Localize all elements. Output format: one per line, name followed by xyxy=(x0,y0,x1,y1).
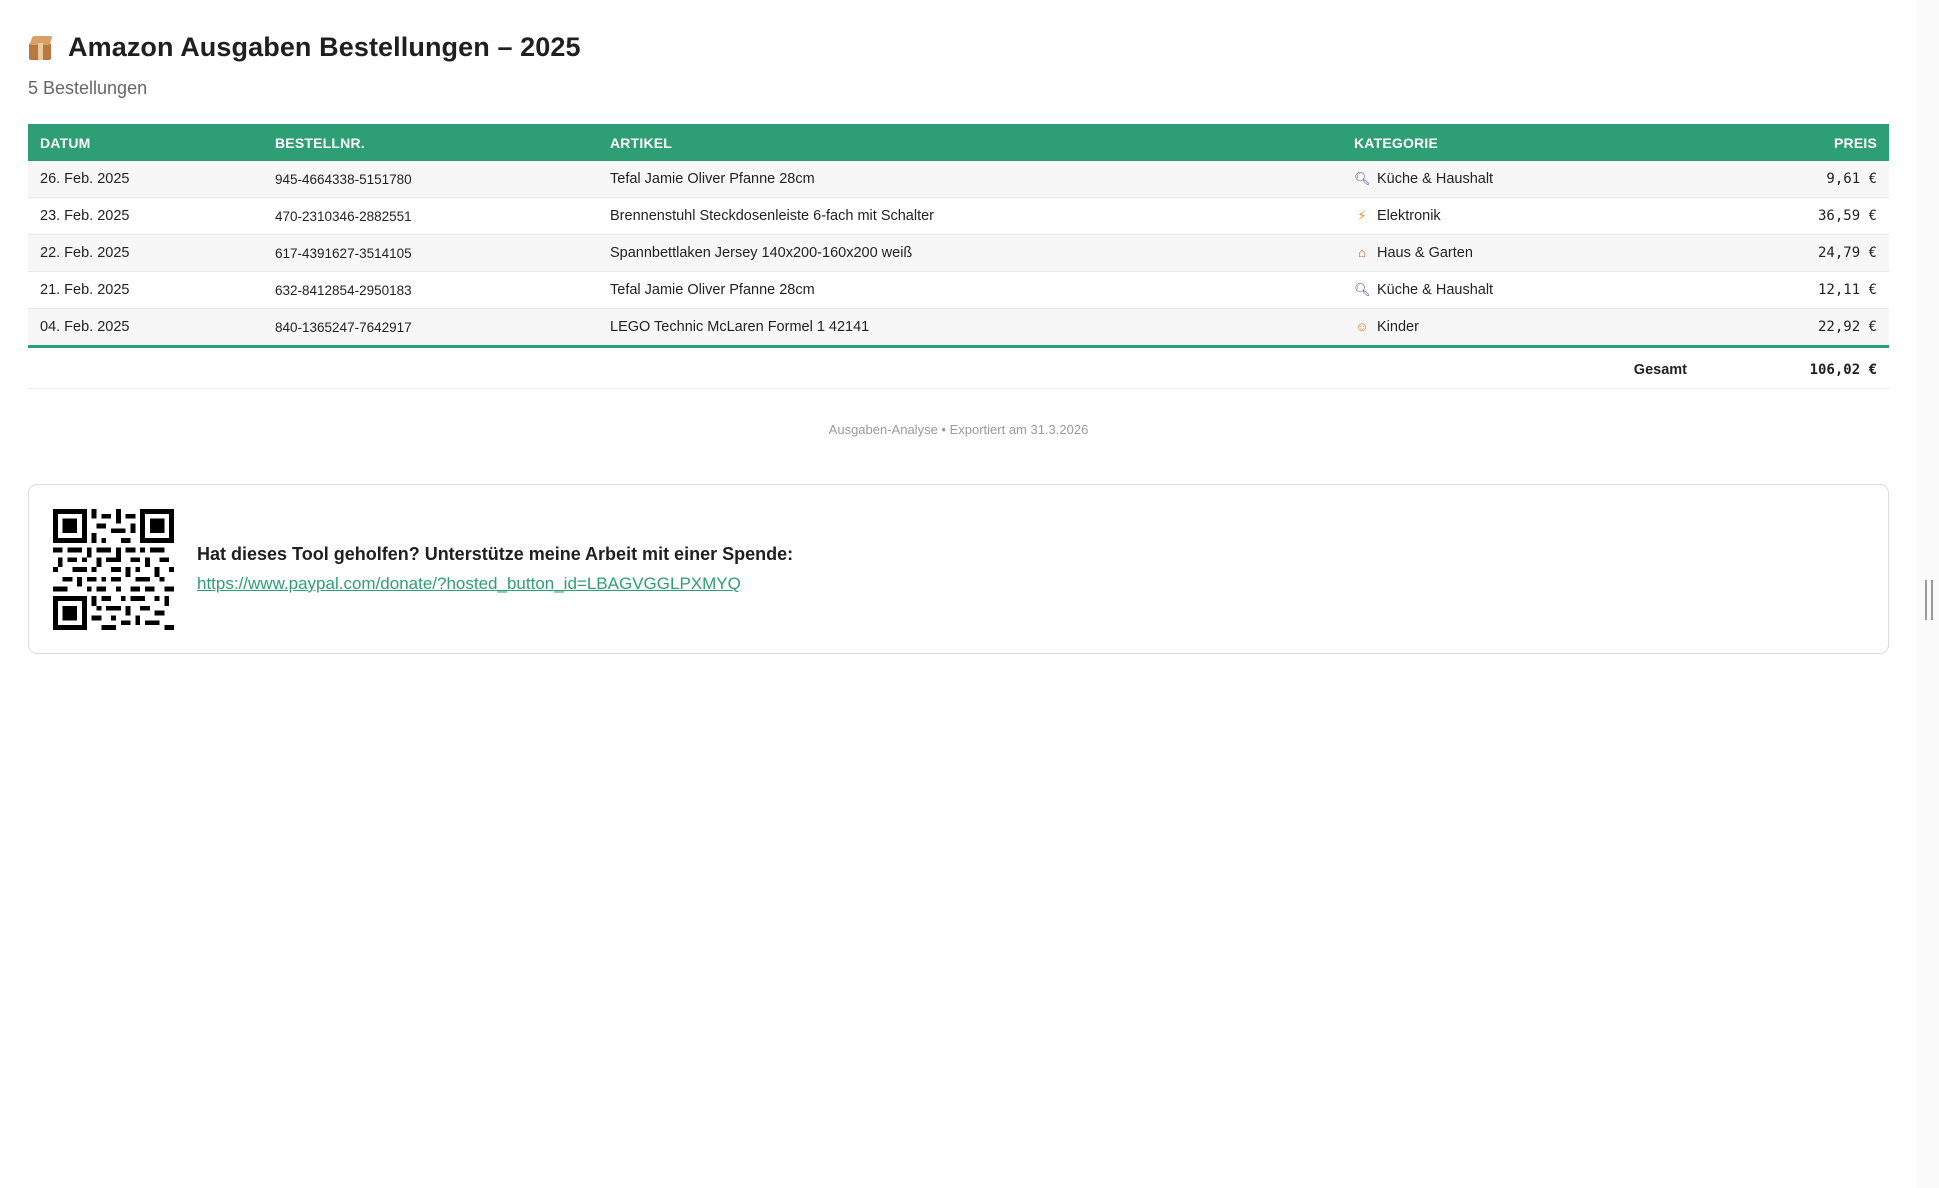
cell-price: 9,61 € xyxy=(1606,161,1889,198)
cell-article: Brennenstuhl Steckdosenleiste 6-fach mit… xyxy=(598,197,1342,235)
total-value: 106,02 € xyxy=(1809,362,1877,378)
total-row: Gesamt 106,02 € xyxy=(28,348,1889,389)
child-icon: ☺ xyxy=(1355,319,1369,334)
cell-date: 21. Feb. 2025 xyxy=(28,271,263,309)
cell-date: 23. Feb. 2025 xyxy=(28,197,263,235)
house-icon: ⌂ xyxy=(1358,245,1366,260)
category-label: Elektronik xyxy=(1377,208,1441,224)
export-note: Ausgaben-Analyse • Exportiert am 31.3.20… xyxy=(828,422,1089,437)
donate-box: Hat dieses Tool geholfen? Unterstütze me… xyxy=(28,484,1889,654)
cell-date: 26. Feb. 2025 xyxy=(28,161,263,198)
cell-price: 24,79 € xyxy=(1606,234,1889,272)
category-label: Küche & Haushalt xyxy=(1377,171,1494,187)
table-row: 23. Feb. 2025 470-2310346-2882551 Brenne… xyxy=(28,197,1889,235)
orders-table: Datum Bestellnr. Artikel Kategorie Preis… xyxy=(28,124,1889,348)
cell-category: 🔍︎ Küche & Haushalt xyxy=(1342,161,1606,198)
cell-category: ⚡︎ Elektronik xyxy=(1342,197,1606,235)
cell-category: 🔍︎ Küche & Haushalt xyxy=(1342,271,1606,309)
page-title: Amazon Ausgaben Bestellungen – 2025 xyxy=(68,32,581,62)
column-header-article: Artikel xyxy=(598,124,1342,161)
table-row: 26. Feb. 2025 945-4664338-5151780 Tefal … xyxy=(28,161,1889,198)
table-header-row: Datum Bestellnr. Artikel Kategorie Preis xyxy=(28,124,1889,161)
category-label: Küche & Haushalt xyxy=(1377,282,1494,298)
lightning-icon: ⚡︎ xyxy=(1357,208,1367,223)
paypal-donate-link[interactable]: https://www.paypal.com/donate/?hosted_bu… xyxy=(197,574,741,594)
table-row: 21. Feb. 2025 632-8412854-2950183 Tefal … xyxy=(28,271,1889,309)
category-label: Haus & Garten xyxy=(1377,245,1473,261)
cell-date: 22. Feb. 2025 xyxy=(28,234,263,272)
cell-article: LEGO Technic McLaren Formel 1 42141 xyxy=(598,308,1342,348)
cell-order-number: 470-2310346-2882551 xyxy=(263,197,598,235)
column-header-category: Kategorie xyxy=(1342,124,1606,161)
table-row: 04. Feb. 2025 840-1365247-7642917 LEGO T… xyxy=(28,308,1889,348)
cell-category: ⌂ Haus & Garten xyxy=(1342,234,1606,272)
table-row: 22. Feb. 2025 617-4391627-3514105 Spannb… xyxy=(28,234,1889,272)
category-label: Kinder xyxy=(1377,319,1419,335)
column-header-price: Preis xyxy=(1606,124,1889,161)
cell-date: 04. Feb. 2025 xyxy=(28,308,263,348)
donate-prompt: Hat dieses Tool geholfen? Unterstütze me… xyxy=(197,544,794,564)
column-header-order-number: Bestellnr. xyxy=(263,124,598,161)
cell-category: ☺ Kinder xyxy=(1342,308,1606,348)
cell-article: Tefal Jamie Oliver Pfanne 28cm xyxy=(598,271,1342,309)
cell-order-number: 945-4664338-5151780 xyxy=(263,161,598,198)
cell-order-number: 840-1365247-7642917 xyxy=(263,308,598,348)
search-icon: 🔍︎ xyxy=(1354,171,1371,186)
cell-price: 36,59 € xyxy=(1606,197,1889,235)
cell-order-number: 617-4391627-3514105 xyxy=(263,234,598,272)
cell-article: Spannbettlaken Jersey 140x200-160x200 we… xyxy=(598,234,1342,272)
total-label: Gesamt xyxy=(1633,362,1687,378)
cell-order-number: 632-8412854-2950183 xyxy=(263,271,598,309)
title-row: Amazon Ausgaben Bestellungen – 2025 xyxy=(28,32,581,63)
cell-price: 22,92 € xyxy=(1606,308,1889,348)
column-header-date: Datum xyxy=(28,124,263,161)
scrollbar-thumb[interactable] xyxy=(1925,580,1933,620)
cell-article: Tefal Jamie Oliver Pfanne 28cm xyxy=(598,161,1342,198)
qr-code-icon xyxy=(53,509,174,630)
package-icon xyxy=(28,35,54,61)
cell-price: 12,11 € xyxy=(1606,271,1889,309)
order-count: 5 Bestellungen xyxy=(28,78,148,98)
search-icon: 🔍︎ xyxy=(1354,282,1371,297)
